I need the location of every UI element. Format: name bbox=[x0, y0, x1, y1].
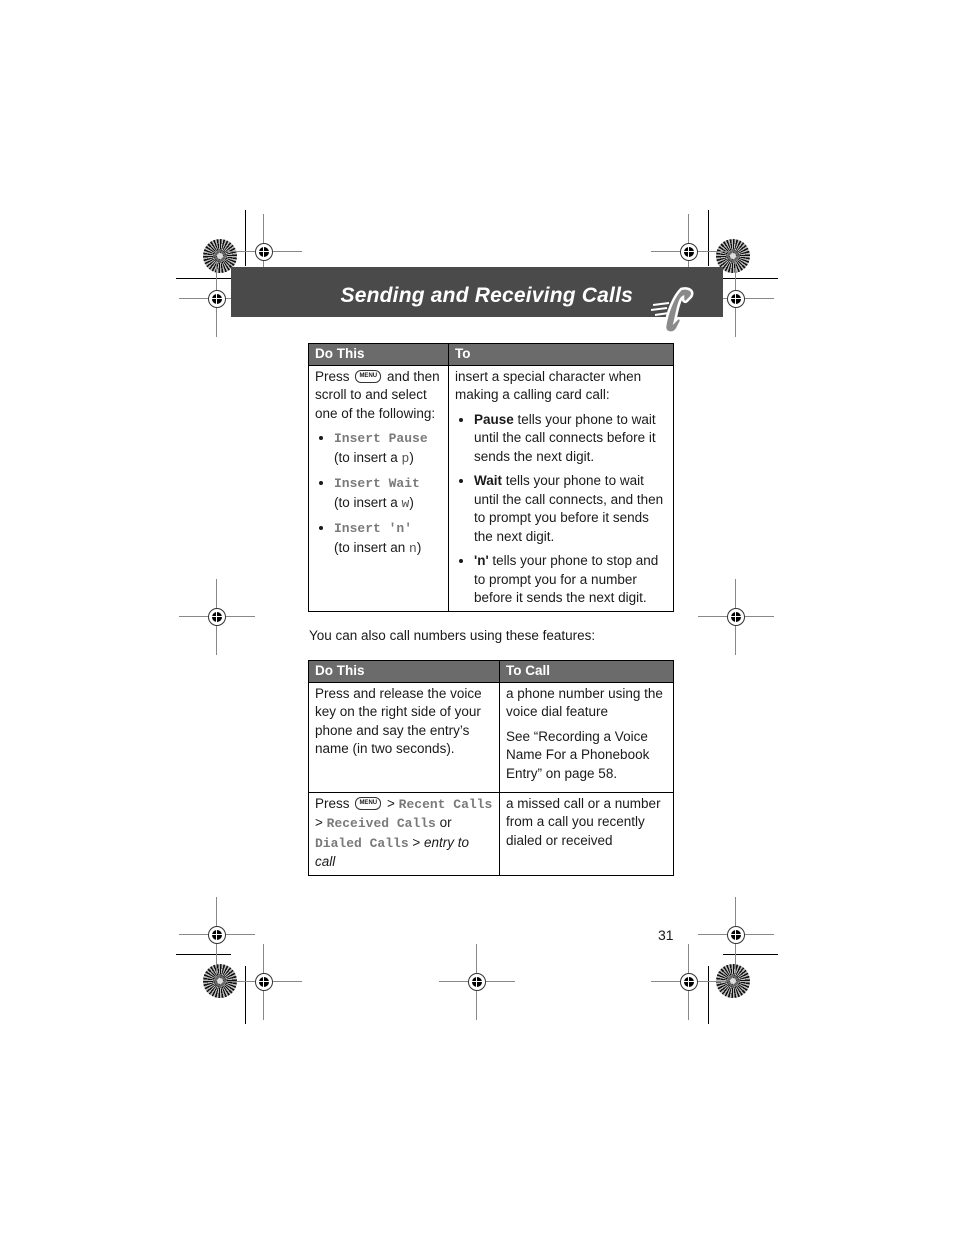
page-title: Sending and Receiving Calls bbox=[340, 284, 633, 307]
to-cell: insert a special character when making a… bbox=[448, 364, 674, 612]
column-header-to: To bbox=[448, 343, 674, 366]
phone-handset-icon bbox=[651, 287, 694, 334]
table-row: Press MENU and then scroll to and select… bbox=[308, 364, 674, 612]
registration-mark-icon bbox=[651, 944, 727, 1020]
menu-key-icon: MENU bbox=[355, 370, 382, 384]
menu-option: Insert Wait bbox=[334, 476, 420, 491]
to-call-cell: a missed call or a number from a call yo… bbox=[499, 791, 674, 876]
column-header-do-this: Do This bbox=[308, 343, 449, 366]
do-this-cell: Press MENU and then scroll to and select… bbox=[308, 364, 449, 612]
list-item: Pause tells your phone to wait until the… bbox=[474, 411, 667, 467]
registration-mark-icon bbox=[226, 944, 302, 1020]
column-header-do-this: Do This bbox=[308, 660, 500, 683]
page-number: 31 bbox=[658, 927, 674, 943]
menu-option: Insert 'n' bbox=[334, 521, 413, 536]
registration-mark-icon bbox=[179, 579, 255, 655]
registration-mark-icon bbox=[698, 579, 774, 655]
list-item: Insert Wait (to insert a w) bbox=[334, 474, 442, 513]
table-row: Press MENU > Recent Calls > Received Cal… bbox=[308, 791, 674, 876]
do-this-cell: Press MENU > Recent Calls > Received Cal… bbox=[308, 791, 500, 876]
call-features-table: Do This To Call Press and release the vo… bbox=[308, 660, 674, 876]
do-this-cell: Press and release the voice key on the r… bbox=[308, 681, 500, 793]
menu-option: Recent Calls bbox=[398, 796, 493, 812]
menu-option: Insert Pause bbox=[334, 431, 428, 446]
intro-paragraph: You can also call numbers using these fe… bbox=[309, 628, 596, 643]
registration-mark-icon bbox=[439, 944, 515, 1020]
menu-option: Received Calls bbox=[326, 816, 436, 831]
list-item: Insert Pause (to insert a p) bbox=[334, 429, 442, 468]
table-row: Press and release the voice key on the r… bbox=[308, 681, 674, 793]
menu-option: Dialed Calls bbox=[315, 835, 409, 851]
column-header-to-call: To Call bbox=[499, 660, 674, 683]
menu-key-icon: MENU bbox=[355, 797, 382, 811]
chapter-header: Sending and Receiving Calls bbox=[231, 267, 723, 334]
list-item: Wait tells your phone to wait until the … bbox=[474, 472, 667, 546]
to-call-cell: a phone number using the voice dial feat… bbox=[499, 681, 674, 793]
list-item: 'n' tells your phone to stop and to prom… bbox=[474, 552, 667, 608]
list-item: Insert 'n' (to insert an n) bbox=[334, 519, 442, 558]
special-characters-table: Do This To Press MENU and then scroll to… bbox=[308, 343, 674, 612]
